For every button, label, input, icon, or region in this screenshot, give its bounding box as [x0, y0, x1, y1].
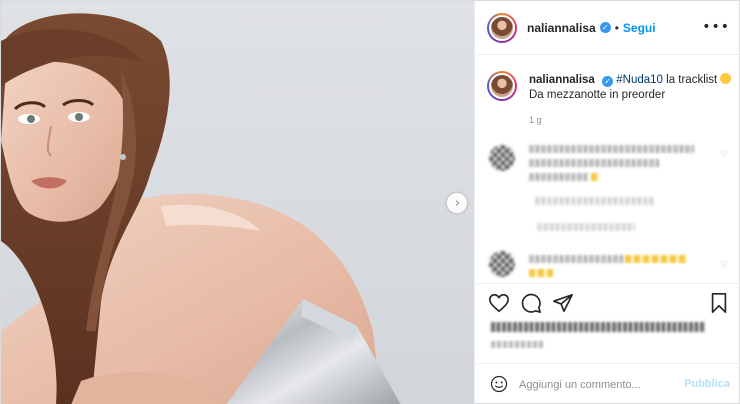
blurred-emoji	[591, 173, 599, 181]
heart-icon[interactable]	[488, 292, 510, 314]
caption-username[interactable]: naliannalisa	[529, 74, 595, 86]
caption-text: naliannalisa ✓ #Nuda10 la tracklist Da m…	[529, 73, 734, 103]
blurred-comment-line	[529, 145, 694, 153]
caption-body: la tracklist	[662, 74, 718, 86]
blurred-comment-line	[529, 159, 659, 167]
commenter-avatar[interactable]	[489, 251, 515, 277]
follow-button[interactable]: Segui	[623, 21, 656, 35]
header-username[interactable]: naliannalisa	[527, 21, 596, 35]
verified-badge-icon: ✓	[599, 22, 611, 33]
bookmark-icon[interactable]	[708, 292, 730, 314]
commenter-avatar[interactable]	[489, 145, 515, 171]
instagram-post-window: › naliannalisa ✓ • Segui ••• naliannalis…	[0, 0, 740, 404]
verified-badge-icon: ✓	[602, 76, 614, 87]
chevron-right-icon: ›	[454, 195, 461, 211]
post-header: naliannalisa ✓ • Segui •••	[475, 1, 740, 55]
post-photo[interactable]: ›	[1, 1, 474, 404]
comment-bubble-icon[interactable]	[520, 292, 542, 314]
publish-button[interactable]: Pubblica	[684, 378, 730, 390]
next-photo-button[interactable]: ›	[447, 193, 467, 213]
paper-plane-icon[interactable]	[552, 292, 574, 314]
photo-illustration	[1, 13, 401, 404]
avatar[interactable]	[487, 12, 517, 43]
comment-input[interactable]	[519, 376, 669, 394]
blurred-comment-line	[529, 255, 624, 263]
post-timestamp[interactable]: 1 g	[529, 115, 542, 125]
comment-heart-icon[interactable]: ♡	[720, 259, 728, 270]
avatar-image	[489, 14, 515, 41]
blurred-comment-meta	[535, 197, 655, 205]
blurred-replies-toggle[interactable]	[537, 223, 635, 231]
grinning-emoji-icon	[720, 73, 732, 84]
post-date-blurred	[491, 341, 543, 348]
comments-list: ♡ ♡	[475, 131, 740, 283]
blurred-comment-line	[529, 173, 589, 181]
separator-dot: •	[614, 20, 619, 35]
blurred-emoji-row	[529, 269, 553, 277]
post-actions	[475, 283, 740, 321]
add-comment-bar: Pubblica	[475, 363, 740, 404]
more-options-icon[interactable]: •••	[702, 19, 730, 35]
comment-heart-icon[interactable]: ♡	[720, 149, 728, 160]
smiley-icon[interactable]	[490, 375, 508, 393]
post-sidebar: naliannalisa ✓ • Segui ••• naliannalisa …	[474, 1, 740, 404]
caption-avatar[interactable]	[487, 71, 517, 101]
caption-line2: Da mezzanotte in preorder	[529, 89, 666, 101]
hashtag-link[interactable]: #Nuda10	[616, 74, 663, 86]
likes-count-blurred[interactable]	[491, 322, 705, 332]
blurred-emoji-row	[625, 255, 687, 263]
avatar-image	[489, 73, 515, 99]
